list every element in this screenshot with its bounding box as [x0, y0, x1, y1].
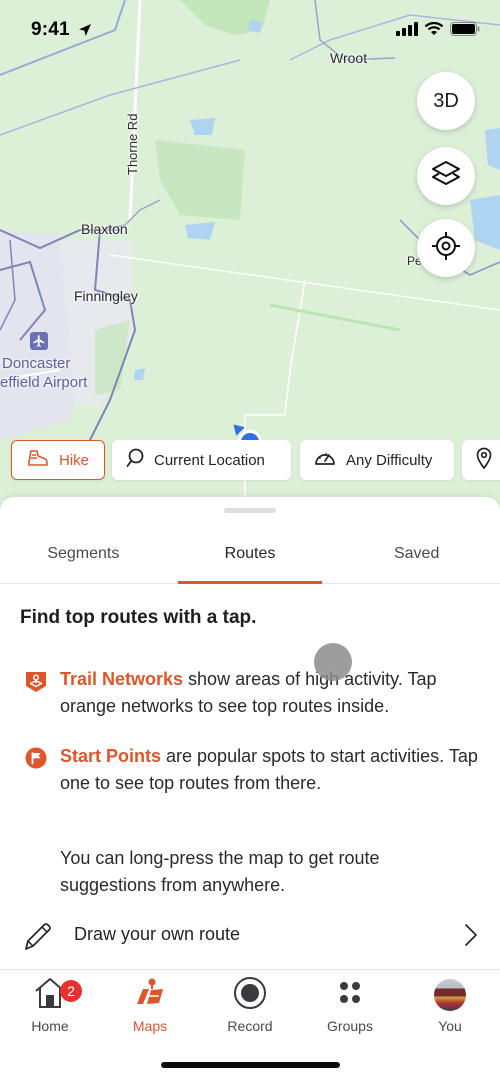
map-label-airport-line1: Doncaster	[2, 355, 71, 372]
user-avatar	[434, 979, 466, 1011]
start-point-icon	[25, 747, 47, 769]
trail-networks-info: Trail Networks show areas of high activi…	[60, 666, 480, 720]
tabbar-record[interactable]: Record	[200, 976, 300, 1034]
start-points-highlight: Start Points	[60, 746, 162, 766]
search-icon	[126, 448, 144, 472]
tab-routes[interactable]: Routes	[167, 533, 334, 584]
tabbar-groups-label: Groups	[327, 1018, 373, 1034]
3d-label: 3D	[433, 89, 459, 112]
more-filter-chip[interactable]	[462, 440, 500, 480]
tabbar-maps-label: Maps	[132, 1018, 168, 1034]
sheet-tabs: Segments Routes Saved	[0, 533, 500, 584]
location-filter-label: Current Location	[154, 451, 265, 469]
status-time: 9:41	[31, 19, 70, 40]
layers-button[interactable]	[417, 147, 475, 205]
draw-route-label: Draw your own route	[74, 924, 241, 944]
activity-filter-chip[interactable]: Hike	[11, 440, 105, 480]
chevron-right-icon	[464, 923, 478, 952]
hiking-boot-icon	[27, 449, 49, 471]
activity-filter-label: Hike	[58, 451, 89, 469]
tabbar-home-label: Home	[31, 1018, 69, 1034]
pencil-icon	[22, 920, 54, 957]
tabbar-you-label: You	[438, 1018, 462, 1034]
locate-icon	[430, 230, 462, 267]
tab-saved[interactable]: Saved	[333, 533, 500, 583]
status-bar: 9:41	[0, 0, 500, 60]
airport-icon	[30, 332, 48, 350]
tabbar-maps[interactable]: Maps	[100, 976, 200, 1034]
groups-icon	[335, 978, 365, 1013]
wifi-icon	[424, 21, 444, 41]
map-label-thorne-rd: Thorne Rd	[125, 113, 140, 175]
tabbar-you[interactable]: You	[400, 976, 500, 1034]
difficulty-filter-chip[interactable]: Any Difficulty	[300, 440, 454, 480]
sheet-grabber[interactable]	[224, 508, 276, 513]
map-pin-icon	[476, 447, 492, 473]
tab-segments[interactable]: Segments	[0, 533, 167, 583]
cellular-signal-icon	[396, 22, 418, 41]
tabbar-groups[interactable]: Groups	[300, 976, 400, 1034]
battery-icon	[450, 22, 480, 41]
trail-network-icon	[25, 671, 47, 693]
location-filter-chip[interactable]: Current Location	[112, 440, 291, 480]
start-points-info: Start Points are popular spots to start …	[60, 743, 480, 797]
tabbar-record-label: Record	[227, 1018, 273, 1034]
long-press-tip: You can long-press the map to get route …	[60, 848, 380, 895]
tabbar-home[interactable]: 2 Home	[0, 976, 100, 1034]
touch-indicator	[314, 643, 352, 681]
map-label-airport-line2: effield Airport	[0, 374, 88, 391]
speedometer-icon	[314, 449, 336, 471]
filter-chips: Hike Current Location Any Difficulty	[0, 440, 500, 480]
3d-button[interactable]: 3D	[417, 72, 475, 130]
location-arrow-icon	[77, 22, 93, 43]
home-notification-badge: 2	[60, 980, 82, 1002]
map-label-finningley: Finningley	[74, 288, 138, 304]
trail-networks-highlight: Trail Networks	[60, 669, 184, 689]
difficulty-filter-label: Any Difficulty	[346, 451, 433, 469]
bottom-sheet: Segments Routes Saved Find top routes wi…	[0, 497, 500, 972]
routes-headline: Find top routes with a tap.	[20, 607, 257, 628]
layers-icon	[430, 159, 462, 194]
maps-icon	[133, 976, 167, 1015]
record-icon	[233, 976, 267, 1015]
home-indicator[interactable]	[161, 1062, 340, 1068]
draw-route-row[interactable]: Draw your own route	[0, 910, 500, 960]
map-label-blaxton: Blaxton	[81, 221, 128, 237]
locate-me-button[interactable]	[417, 219, 475, 277]
